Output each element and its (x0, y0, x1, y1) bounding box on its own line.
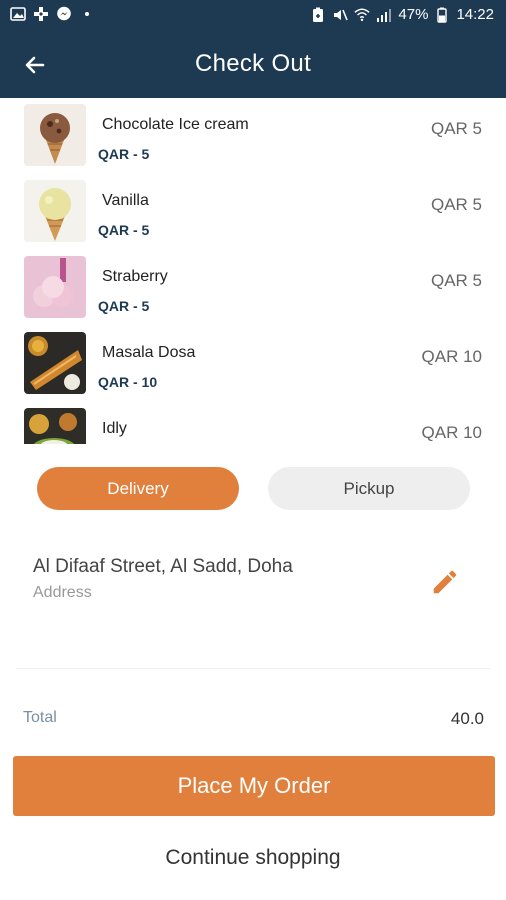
total-label: Total (23, 709, 57, 726)
messenger-icon (56, 6, 72, 22)
tab-delivery[interactable]: Delivery (37, 467, 239, 510)
item-price: QAR 5 (430, 271, 482, 290)
cart-item[interactable]: Idly QAR 10 (0, 402, 506, 444)
item-price: QAR 5 (430, 119, 482, 138)
cart-item[interactable]: Vanilla QAR - 5 QAR 5 (0, 174, 506, 250)
divider (16, 668, 490, 669)
idly-image (24, 408, 86, 444)
clock: 14:22 (456, 6, 494, 23)
app-bar: Check Out (0, 32, 506, 98)
battery-icon (434, 7, 450, 23)
gallery-icon (10, 6, 26, 22)
strawberry-ice-cream-image (24, 256, 86, 318)
vanilla-ice-cream-image (24, 180, 86, 242)
item-price: QAR 5 (430, 195, 482, 214)
item-unit-price: QAR - 5 (98, 146, 150, 162)
fulfillment-mode-tabs: Delivery Pickup (37, 467, 470, 511)
mute-icon (332, 7, 349, 23)
item-name: Idly (102, 420, 127, 437)
item-name: Straberry (102, 268, 168, 285)
pencil-icon (433, 570, 457, 594)
wifi-icon (354, 7, 371, 23)
masala-dosa-image (24, 332, 86, 394)
item-price: QAR 10 (421, 347, 482, 366)
battery-saver-icon (310, 7, 326, 23)
tab-pickup[interactable]: Pickup (268, 467, 470, 510)
item-unit-price: QAR - 5 (98, 298, 150, 314)
cart-list[interactable]: Chocolate Ice cream QAR - 5 QAR 5 Vanill… (0, 98, 506, 444)
cart-item[interactable]: Straberry QAR - 5 QAR 5 (0, 250, 506, 326)
address-line: Al Difaaf Street, Al Sadd, Doha (33, 556, 293, 577)
item-unit-price: QAR - 10 (98, 374, 158, 390)
cart-item[interactable]: Chocolate Ice cream QAR - 5 QAR 5 (0, 98, 506, 174)
total-value: 40.0 (450, 709, 484, 728)
item-name: Vanilla (102, 192, 149, 209)
cart-item[interactable]: Masala Dosa QAR - 10 QAR 10 (0, 326, 506, 402)
item-name: Masala Dosa (102, 344, 196, 361)
chocolate-ice-cream-image (24, 104, 86, 166)
battery-percent: 47% (398, 6, 429, 23)
cross-app-icon (33, 6, 49, 22)
edit-address-button[interactable] (428, 565, 462, 599)
signal-icon (376, 7, 392, 23)
page-title: Check Out (194, 50, 312, 77)
dot-icon (79, 6, 95, 22)
item-price: QAR 10 (421, 423, 482, 442)
status-bar: 47% 14:22 (0, 0, 506, 32)
item-name: Chocolate Ice cream (102, 116, 249, 133)
address-label: Address (33, 584, 92, 601)
continue-shopping-link[interactable]: Continue shopping (0, 846, 506, 870)
delivery-address: Al Difaaf Street, Al Sadd, Doha Address (33, 556, 293, 602)
place-order-button[interactable]: Place My Order (13, 756, 495, 816)
item-unit-price: QAR - 5 (98, 222, 150, 238)
